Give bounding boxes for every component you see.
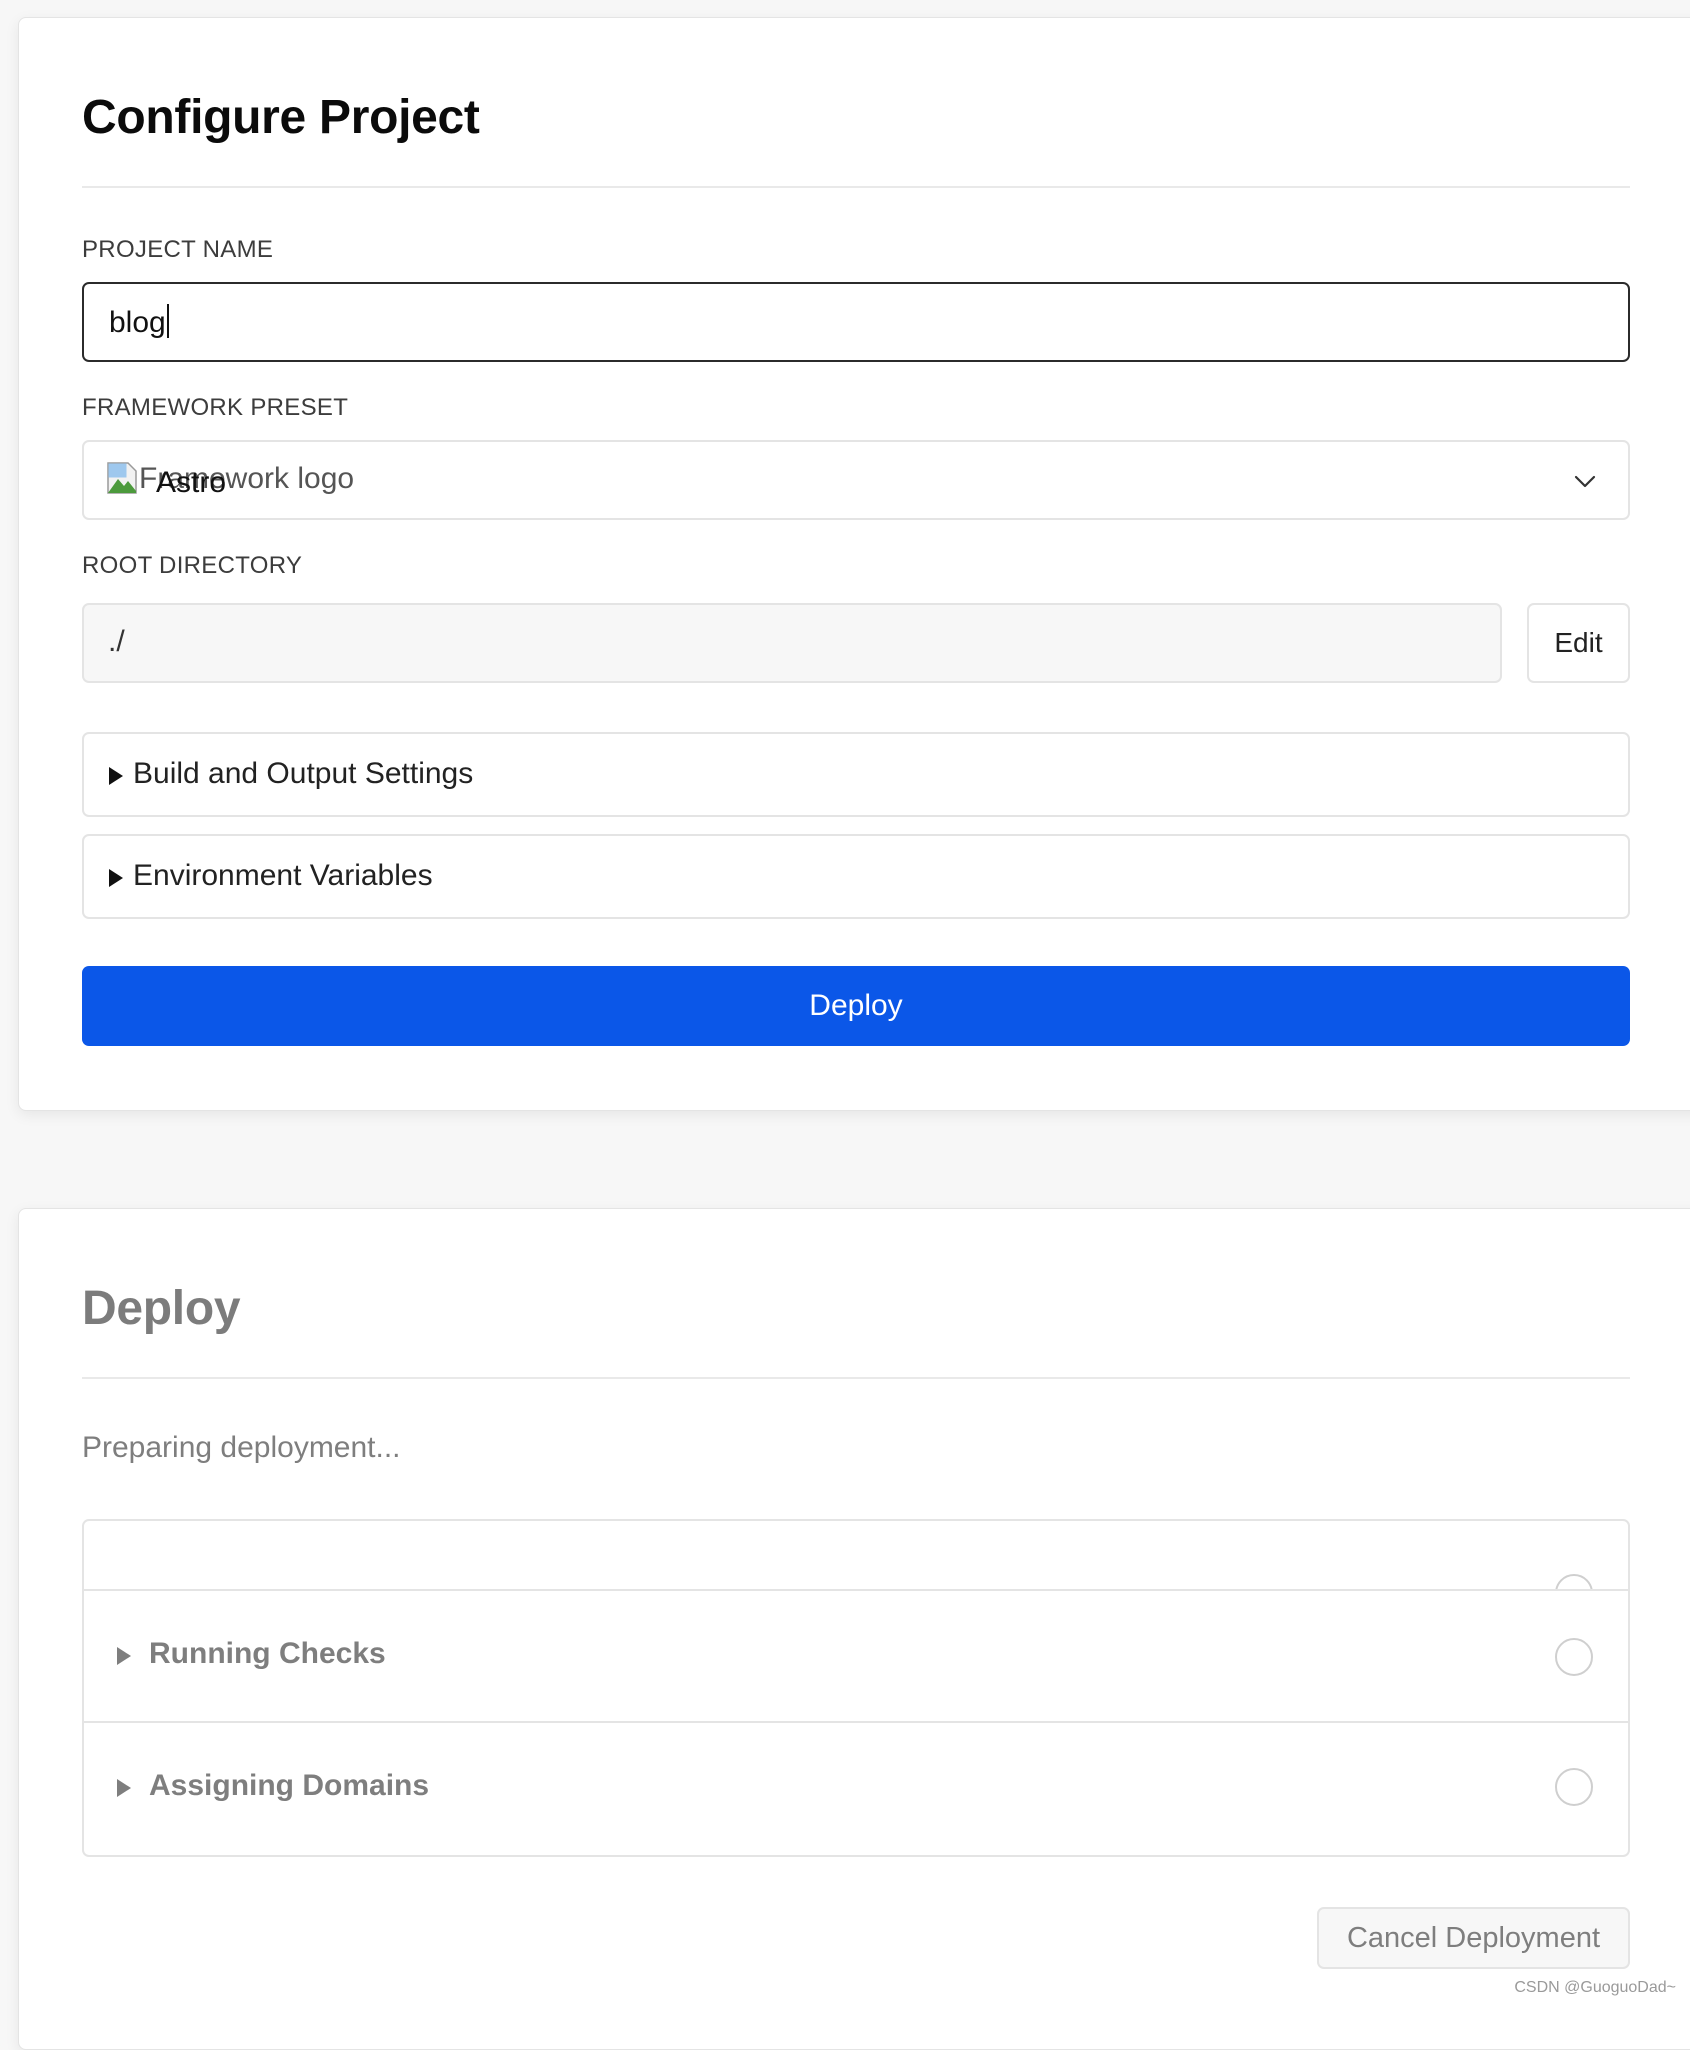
framework-preset-select[interactable]: Framework logo Astro xyxy=(82,440,1630,520)
framework-preset-label: FRAMEWORK PRESET xyxy=(82,394,349,421)
root-directory-value: ./ xyxy=(108,625,125,658)
environment-variables-toggle[interactable]: Environment Variables xyxy=(82,834,1630,919)
deployment-status: Preparing deployment... xyxy=(82,1431,401,1464)
watermark: CSDN @GuoguoDad~ xyxy=(1514,1979,1676,1996)
project-name-label: PROJECT NAME xyxy=(82,236,274,263)
broken-image-icon xyxy=(107,462,137,494)
environment-variables-label: Environment Variables xyxy=(133,859,433,892)
step-row-assigning-domains[interactable]: Assigning Domains xyxy=(84,1721,1628,1855)
chevron-down-icon xyxy=(1574,475,1596,488)
text-caret xyxy=(166,304,169,338)
build-output-settings-toggle[interactable]: Build and Output Settings xyxy=(82,732,1630,817)
project-name-value: blog xyxy=(109,306,166,339)
root-directory-input[interactable]: ./ xyxy=(82,603,1502,683)
cancel-deployment-button[interactable]: Cancel Deployment xyxy=(1317,1907,1630,1969)
step-row-running-checks[interactable]: Running Checks xyxy=(84,1589,1628,1723)
deployment-steps: Running Checks Assigning Domains xyxy=(82,1519,1630,1857)
assigning-domains-label: Assigning Domains xyxy=(149,1769,430,1802)
configure-project-card: Configure Project PROJECT NAME blog FRAM… xyxy=(18,17,1690,1111)
deploy-title: Deploy xyxy=(82,1282,241,1335)
running-checks-label: Running Checks xyxy=(149,1637,386,1670)
build-output-settings-label: Build and Output Settings xyxy=(133,757,474,790)
root-directory-label: ROOT DIRECTORY xyxy=(82,552,303,579)
pending-circle-icon xyxy=(1555,1638,1593,1676)
title-divider xyxy=(82,186,1630,188)
step-row-pending xyxy=(84,1521,1628,1591)
deploy-divider xyxy=(82,1377,1630,1379)
expand-triangle-icon xyxy=(109,767,123,785)
loading-spinner-icon xyxy=(1555,1574,1593,1590)
expand-triangle-icon xyxy=(109,869,123,887)
expand-triangle-icon xyxy=(117,1779,131,1797)
framework-selected-value: Astro xyxy=(156,466,227,499)
deploy-button[interactable]: Deploy xyxy=(82,966,1630,1046)
edit-root-directory-button[interactable]: Edit xyxy=(1527,603,1630,683)
expand-triangle-icon xyxy=(117,1647,131,1665)
pending-circle-icon xyxy=(1555,1768,1593,1806)
configure-title: Configure Project xyxy=(82,91,480,144)
deploy-card: Deploy Preparing deployment... Running C… xyxy=(18,1208,1690,2050)
project-name-input[interactable]: blog xyxy=(82,282,1630,362)
